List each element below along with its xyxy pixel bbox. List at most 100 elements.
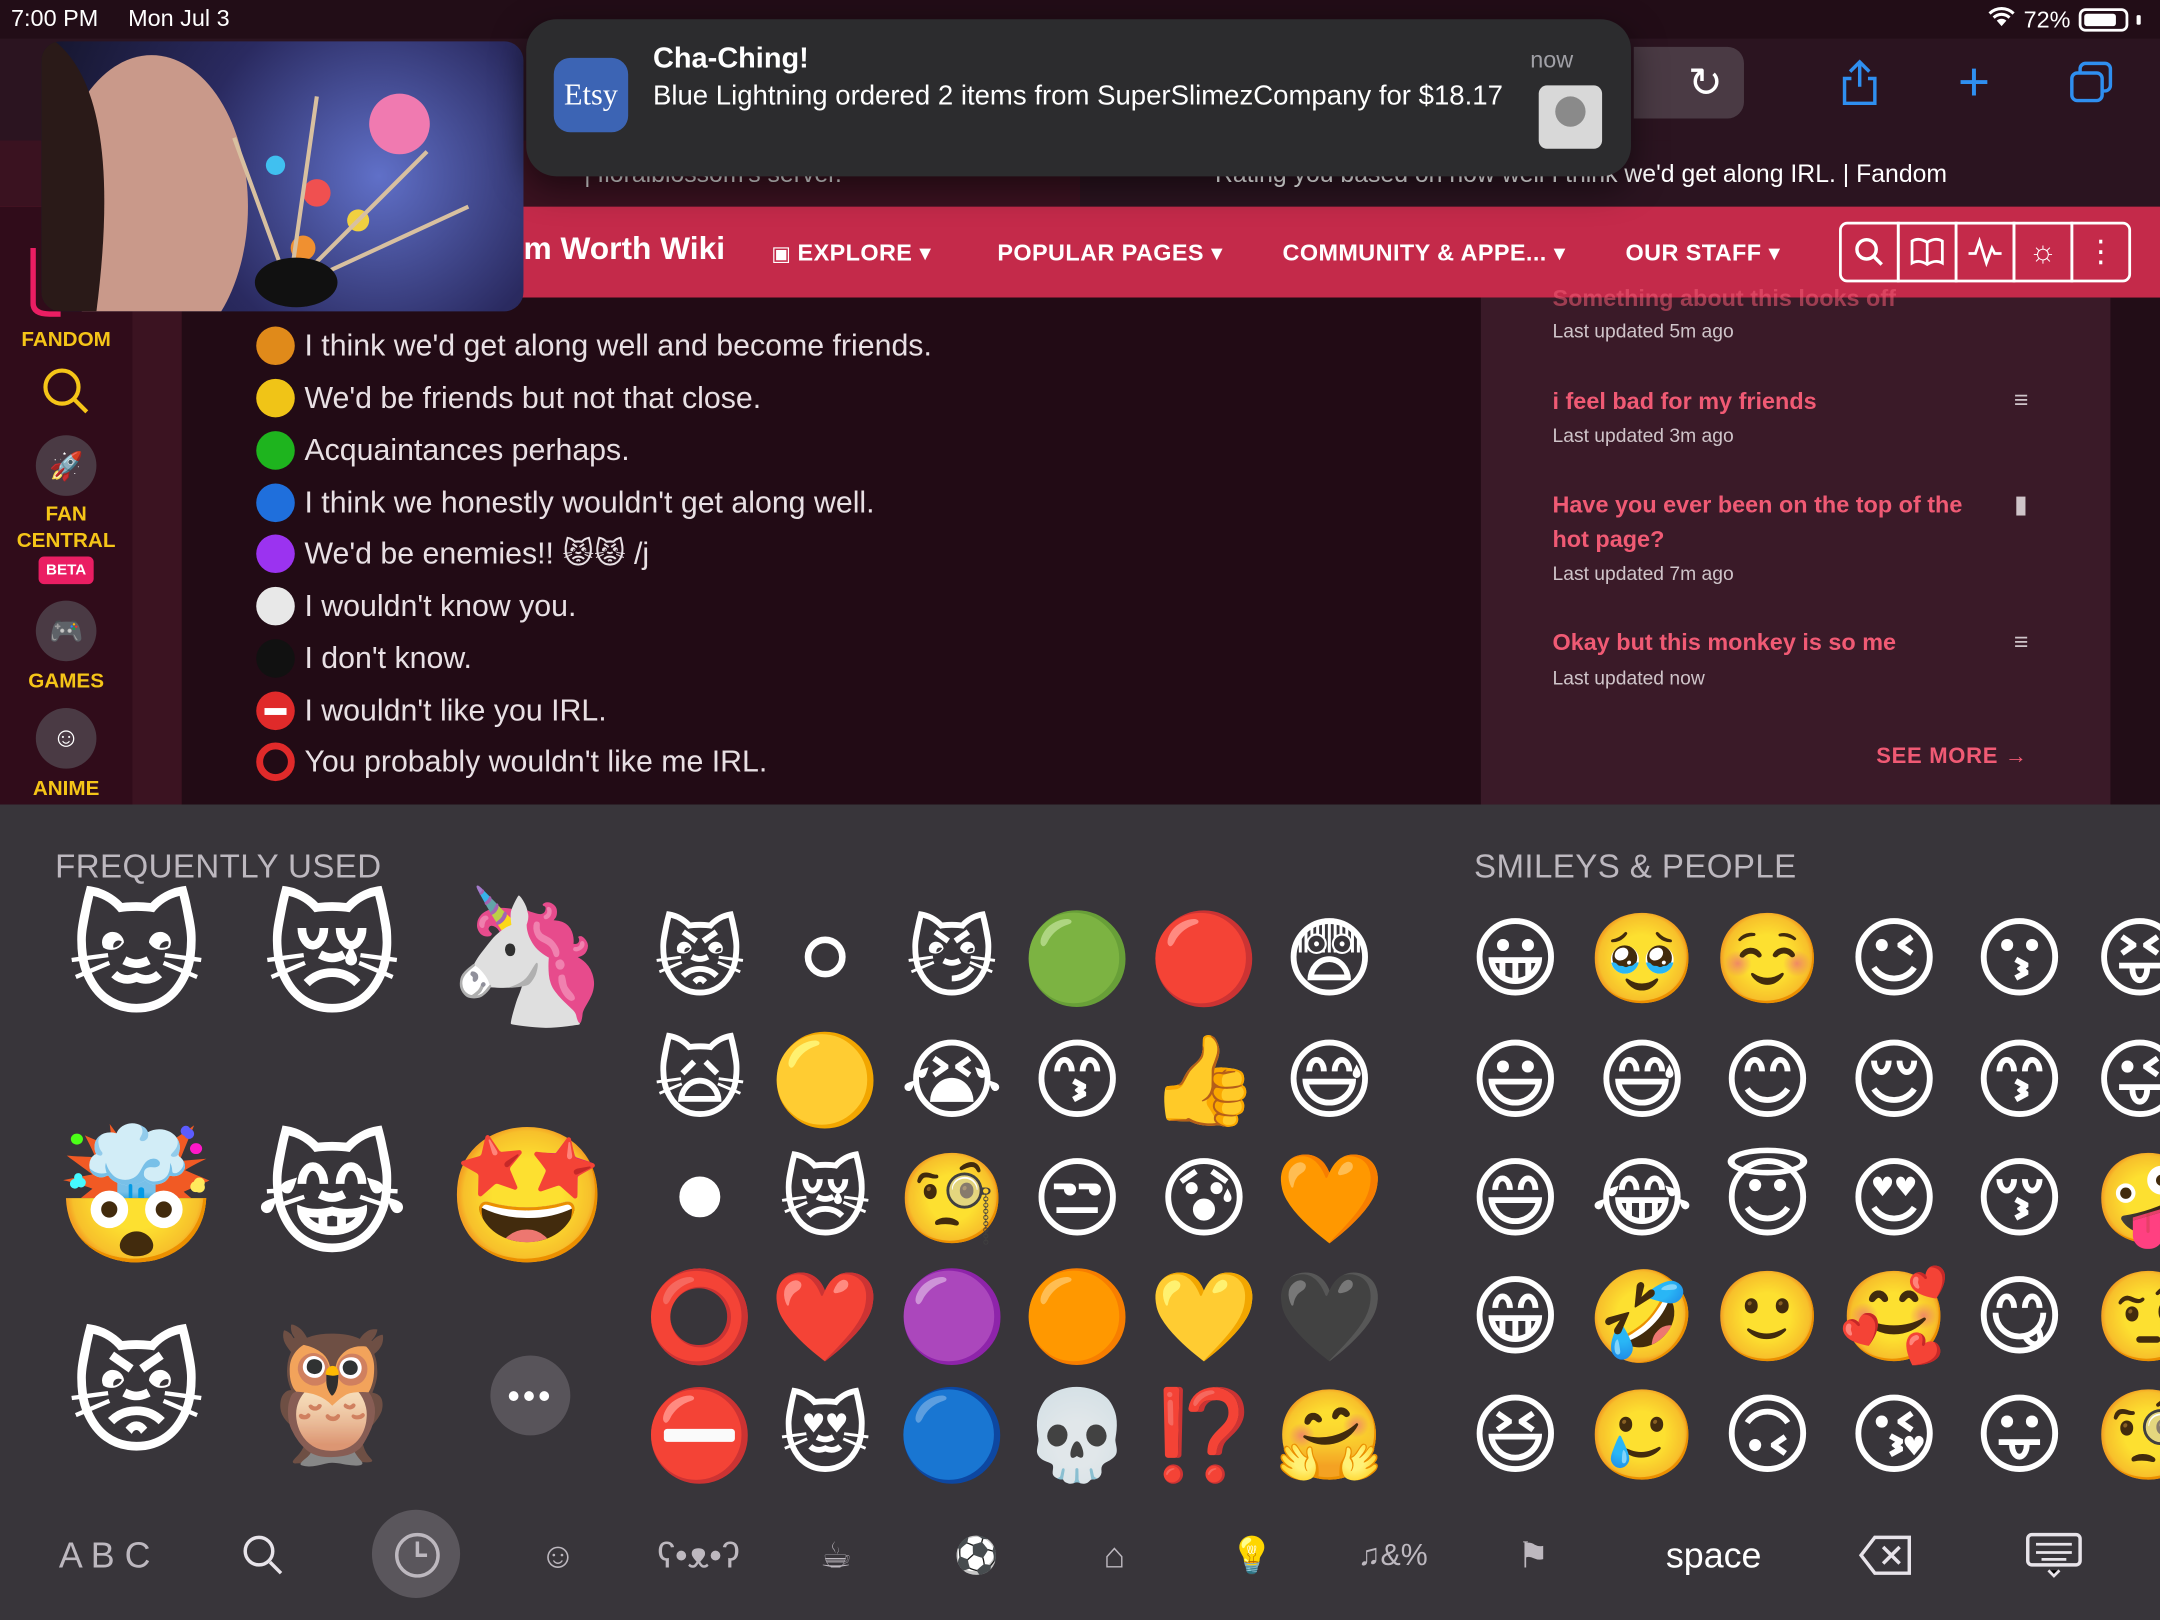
frequent-emoji[interactable]: ❤️ (770, 1265, 880, 1370)
rail-fandom[interactable]: FANDOM (0, 328, 132, 351)
smiley-emoji[interactable]: 😅 (1590, 1028, 1695, 1133)
symbols-category-icon[interactable]: ♫&% (1353, 1515, 1433, 1595)
smiley-emoji[interactable]: 😆 (1463, 1383, 1568, 1488)
delete-key-icon[interactable] (1846, 1515, 1926, 1595)
frequent-emoji[interactable]: 😾 (647, 906, 752, 1011)
objects-category-icon[interactable]: 💡 (1212, 1515, 1292, 1595)
new-tab-icon[interactable]: + (1946, 52, 2001, 113)
picture-in-picture-video[interactable] (41, 41, 524, 312)
frequent-emoji[interactable]: 💛 (1149, 1265, 1259, 1370)
animal-category-icon[interactable]: ʕ•ᴥ•ʔ (657, 1515, 740, 1595)
dismiss-keyboard-icon[interactable] (2014, 1515, 2094, 1595)
smiley-emoji[interactable]: 😗 (1967, 906, 2072, 1011)
rail-anime[interactable]: ANIME (0, 777, 132, 800)
frequent-emoji[interactable]: 😻 (773, 1383, 878, 1488)
more-memoji-button[interactable]: ••• (490, 1355, 571, 1436)
see-more-link[interactable]: SEE MORE → (1876, 745, 2027, 770)
smiley-emoji[interactable]: 🤪 (2094, 1146, 2160, 1251)
frequent-emoji[interactable]: 😼 (900, 906, 1005, 1011)
frequent-emoji[interactable]: ⚫ (647, 1146, 752, 1251)
wiki-name[interactable]: m Worth Wiki (523, 230, 725, 267)
reload-icon[interactable]: ↻ (1678, 55, 1733, 110)
smiley-emoji[interactable]: 🥹 (1587, 906, 1697, 1011)
smiley-emoji[interactable]: 🥲 (1587, 1383, 1697, 1488)
tabs-overview-icon[interactable] (2064, 55, 2119, 110)
smiley-emoji[interactable]: 😁 (1463, 1265, 1568, 1370)
memoji-sticker[interactable]: 😹 (255, 1121, 410, 1273)
anime-face-icon[interactable]: ☺ (35, 708, 97, 769)
smiley-category-icon[interactable]: ☺ (518, 1515, 598, 1595)
recent-clock-icon[interactable] (377, 1515, 457, 1595)
smiley-emoji[interactable]: 😋 (1967, 1265, 2072, 1370)
frequent-emoji[interactable]: 🔵 (897, 1383, 1007, 1488)
discussion-title[interactable]: Okay but this monkey is so me (1552, 625, 1965, 659)
frequent-emoji[interactable]: 😅 (1277, 1028, 1382, 1133)
smiley-emoji[interactable]: 😙 (1967, 1028, 2072, 1133)
theme-toggle-icon[interactable]: ☼ (2012, 221, 2074, 283)
smiley-emoji[interactable]: 😀 (1463, 906, 1568, 1011)
smiley-emoji[interactable]: 🥰 (1839, 1265, 1949, 1370)
frequent-emoji[interactable]: 🧐 (897, 1146, 1007, 1251)
rail-search-icon[interactable] (39, 364, 94, 426)
more-icon[interactable]: ⋮ (2070, 221, 2132, 283)
activity-icon[interactable] (1954, 221, 2016, 283)
food-category-icon[interactable]: ☕ (796, 1515, 876, 1595)
frequent-emoji[interactable]: 🟠 (1022, 1265, 1132, 1370)
frequent-emoji[interactable]: 🔴 (1149, 906, 1259, 1011)
frequent-emoji[interactable]: 🧡 (1274, 1146, 1384, 1251)
frequent-emoji[interactable]: 😰 (1152, 1146, 1257, 1251)
smiley-emoji[interactable]: 😃 (1463, 1028, 1568, 1133)
book-icon[interactable] (1896, 221, 1958, 283)
smiley-emoji[interactable]: 🙂 (1713, 1265, 1823, 1370)
smiley-emoji[interactable]: 😇 (1715, 1146, 1820, 1251)
discussion-title[interactable]: Have you ever been on the top of the hot… (1552, 488, 1965, 557)
frequent-emoji[interactable]: ⛔ (645, 1383, 755, 1488)
discussion-title[interactable]: i feel bad for my friends (1552, 384, 1965, 418)
frequent-emoji[interactable]: 😿 (773, 1146, 878, 1251)
frequent-emoji[interactable]: 🟣 (897, 1265, 1007, 1370)
memoji-sticker[interactable]: 🦄 (445, 882, 610, 1034)
abc-key[interactable]: A B C (52, 1515, 157, 1595)
nav-explore[interactable]: ▣ EXPLORE ▾ (771, 240, 931, 268)
frequent-emoji[interactable]: 🖤 (1274, 1265, 1384, 1370)
memoji-sticker[interactable]: 🤯 (54, 1121, 219, 1273)
space-key[interactable]: space (1631, 1515, 1796, 1595)
frequent-emoji[interactable]: 👍 (1149, 1028, 1259, 1133)
travel-category-icon[interactable]: ⌂ (1074, 1515, 1154, 1595)
rocket-icon[interactable]: 🚀 (35, 435, 97, 496)
frequent-emoji[interactable]: 🙀 (647, 1028, 752, 1133)
smiley-emoji[interactable]: 😛 (1967, 1383, 2072, 1488)
smiley-emoji[interactable]: 😉 (1842, 906, 1947, 1011)
rail-games[interactable]: GAMES (0, 669, 132, 692)
smiley-emoji[interactable]: 😄 (1463, 1146, 1568, 1251)
smiley-emoji[interactable]: ☺️ (1713, 906, 1823, 1011)
nav-popular-pages[interactable]: POPULAR PAGES ▾ (997, 240, 1223, 268)
search-icon[interactable] (1839, 221, 1900, 283)
frequent-emoji[interactable]: 😒 (1025, 1146, 1130, 1251)
smiley-emoji[interactable]: 🙃 (1715, 1383, 1820, 1488)
smiley-emoji[interactable]: 😍 (1842, 1146, 1947, 1251)
frequent-emoji[interactable]: 💀 (1022, 1383, 1132, 1488)
share-icon[interactable] (1832, 55, 1887, 110)
smiley-emoji[interactable]: 😝 (2094, 906, 2160, 1011)
frequent-emoji[interactable]: 😭 (900, 1028, 1005, 1133)
frequent-emoji[interactable]: 😨 (1277, 906, 1382, 1011)
etsy-notification[interactable]: Etsy Cha-Ching! Blue Lightning ordered 2… (526, 19, 1632, 177)
flags-category-icon[interactable]: ⚑ (1493, 1515, 1573, 1595)
gamepad-icon[interactable]: 🎮 (35, 600, 97, 662)
smiley-emoji[interactable]: 😂 (1590, 1146, 1695, 1251)
frequent-emoji[interactable]: ⭕ (645, 1265, 755, 1370)
smiley-emoji[interactable]: 🤨 (2094, 1265, 2160, 1370)
memoji-sticker[interactable]: 🤩 (445, 1121, 610, 1273)
smiley-emoji[interactable]: 😚 (1967, 1146, 2072, 1251)
discussion-title[interactable]: Something about this looks off (1552, 281, 1965, 315)
memoji-sticker[interactable]: 🐱 (61, 882, 213, 1034)
smiley-emoji[interactable]: 😘 (1842, 1383, 1947, 1488)
frequent-emoji[interactable]: ⚪ (773, 906, 878, 1011)
memoji-sticker[interactable]: 😿 (256, 882, 408, 1034)
smiley-emoji[interactable]: 🧐 (2094, 1383, 2160, 1488)
smiley-emoji[interactable]: 😌 (1842, 1028, 1947, 1133)
activity-category-icon[interactable]: ⚽ (937, 1515, 1017, 1595)
nav-our-staff[interactable]: OUR STAFF ▾ (1626, 240, 1781, 268)
frequent-emoji[interactable]: 🟢 (1022, 906, 1132, 1011)
